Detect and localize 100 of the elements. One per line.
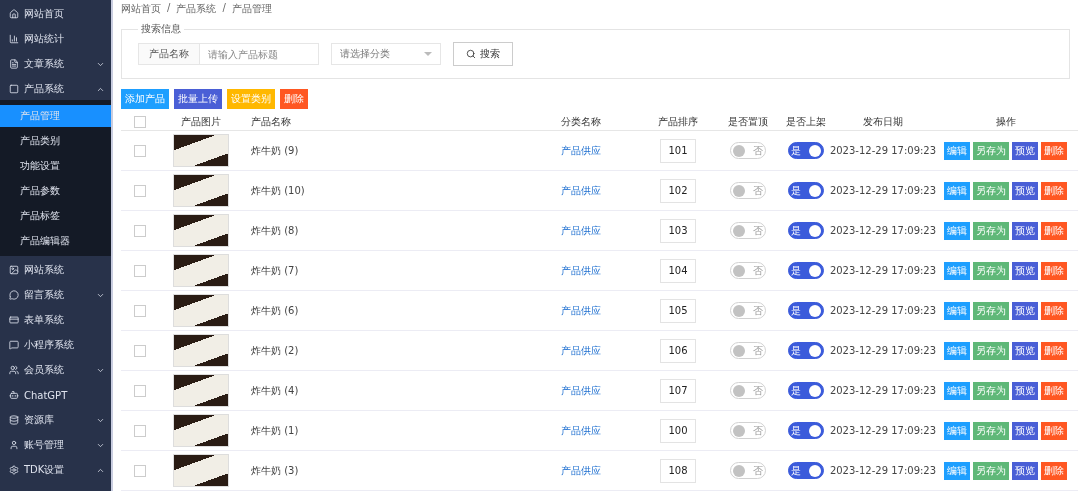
toggle-switch[interactable]: 是 [787, 382, 824, 399]
search-button[interactable]: 搜索 [453, 42, 513, 66]
toggle-switch[interactable]: 否 [730, 302, 766, 319]
toggle-switch[interactable]: 是 [787, 422, 824, 439]
toggle-switch[interactable]: 是 [787, 342, 824, 359]
row-action-button[interactable]: 删除 [1041, 181, 1067, 200]
row-action-button[interactable]: 预览 [1012, 141, 1038, 160]
row-action-button[interactable]: 删除 [1041, 341, 1067, 360]
search-field[interactable]: 请输入产品标题 [199, 43, 319, 65]
row-action-button[interactable]: 预览 [1012, 181, 1038, 200]
nav-item[interactable]: 产品系统 [0, 78, 111, 100]
category-link[interactable]: 产品供应 [560, 343, 601, 358]
checkbox[interactable] [133, 384, 146, 397]
checkbox[interactable] [133, 424, 146, 437]
row-action-button[interactable]: 删除 [1041, 261, 1067, 280]
toggle-switch[interactable]: 是 [787, 462, 824, 479]
nav-item[interactable]: 产品参数 [0, 180, 111, 202]
row-action-button[interactable]: 预览 [1012, 341, 1038, 360]
row-action-button[interactable]: 编辑 [944, 461, 970, 480]
row-action-button[interactable]: 预览 [1012, 221, 1038, 240]
toggle-switch[interactable]: 否 [730, 182, 766, 199]
row-action-button[interactable]: 预览 [1012, 461, 1038, 480]
sort-field[interactable]: 101 [660, 138, 696, 163]
nav-item[interactable]: 产品类别 [0, 130, 111, 152]
toggle-switch[interactable]: 否 [730, 142, 766, 159]
row-action-button[interactable]: 预览 [1012, 421, 1038, 440]
sort-field[interactable]: 102 [660, 178, 696, 203]
row-action-button[interactable]: 删除 [1041, 141, 1067, 160]
breadcrumb-link[interactable]: 产品管理 [231, 2, 272, 16]
checkbox[interactable] [133, 144, 146, 157]
checkbox[interactable] [133, 264, 146, 277]
checkbox[interactable] [133, 304, 146, 317]
nav-item[interactable]: 网站首页 [0, 3, 111, 25]
nav-item[interactable]: 产品标签 [0, 205, 111, 227]
nav-item[interactable]: 会员系统 [0, 359, 111, 381]
breadcrumb-link[interactable]: 产品系统 [176, 2, 217, 16]
row-action-button[interactable]: 编辑 [944, 221, 970, 240]
row-action-button[interactable]: 编辑 [944, 341, 970, 360]
nav-item[interactable]: ChatGPT [0, 384, 111, 406]
nav-item[interactable]: 表单系统 [0, 309, 111, 331]
category-link[interactable]: 产品供应 [560, 263, 601, 278]
row-action-button[interactable]: 预览 [1012, 261, 1038, 280]
nav-item[interactable]: 文章系统 [0, 53, 111, 75]
row-action-button[interactable]: 预览 [1012, 381, 1038, 400]
category-link[interactable]: 产品供应 [560, 463, 601, 478]
row-action-button[interactable]: 编辑 [944, 261, 970, 280]
row-action-button[interactable]: 编辑 [944, 181, 970, 200]
category-link[interactable]: 产品供应 [560, 223, 601, 238]
toggle-switch[interactable]: 是 [787, 302, 824, 319]
row-action-button[interactable]: 删除 [1041, 421, 1067, 440]
category-link[interactable]: 产品供应 [560, 183, 601, 198]
toolbar-button[interactable]: 批量上传 [174, 89, 222, 109]
row-action-button[interactable]: 删除 [1041, 221, 1067, 240]
category-select[interactable]: 请选择分类 [331, 43, 441, 65]
row-action-button[interactable]: 编辑 [944, 421, 970, 440]
toggle-switch[interactable]: 是 [787, 262, 824, 279]
row-action-button[interactable]: 编辑 [944, 381, 970, 400]
toolbar-button[interactable]: 添加产品 [121, 89, 169, 109]
toggle-switch[interactable]: 否 [730, 462, 766, 479]
category-link[interactable]: 产品供应 [560, 143, 601, 158]
breadcrumb-link[interactable]: 网站首页 [121, 2, 161, 16]
row-action-button[interactable]: 删除 [1041, 461, 1067, 480]
toggle-switch[interactable]: 是 [787, 222, 824, 239]
nav-item[interactable]: 产品管理 [0, 105, 111, 127]
row-action-button[interactable]: 编辑 [944, 141, 970, 160]
category-link[interactable]: 产品供应 [560, 423, 601, 438]
sort-field[interactable]: 107 [660, 378, 696, 403]
checkbox[interactable] [133, 464, 146, 477]
category-link[interactable]: 产品供应 [560, 383, 601, 398]
row-action-button[interactable]: 删除 [1041, 301, 1067, 320]
toggle-switch[interactable]: 是 [787, 142, 824, 159]
checkbox[interactable] [133, 184, 146, 197]
sort-field[interactable]: 106 [660, 338, 696, 363]
nav-item[interactable]: TDK设置 [0, 459, 111, 481]
nav-item[interactable]: 资源库 [0, 409, 111, 431]
checkbox[interactable] [133, 344, 146, 357]
toggle-switch[interactable]: 否 [730, 262, 766, 279]
nav-item[interactable]: 网站统计 [0, 28, 111, 50]
toggle-switch[interactable]: 否 [730, 382, 766, 399]
nav-item[interactable]: 账号管理 [0, 434, 111, 456]
sort-field[interactable]: 108 [660, 458, 696, 483]
sort-field[interactable]: 105 [660, 298, 696, 323]
category-link[interactable]: 产品供应 [560, 303, 601, 318]
sort-field[interactable]: 104 [660, 258, 696, 283]
nav-item[interactable]: 功能设置 [0, 155, 111, 177]
row-action-button[interactable]: 删除 [1041, 381, 1067, 400]
checkbox[interactable] [133, 224, 146, 237]
checkbox[interactable] [133, 115, 146, 128]
toggle-switch[interactable]: 否 [730, 342, 766, 359]
nav-item[interactable]: 小程序系统 [0, 334, 111, 356]
toggle-switch[interactable]: 否 [730, 222, 766, 239]
toggle-switch[interactable]: 是 [787, 182, 824, 199]
nav-item[interactable]: 网站系统 [0, 259, 111, 281]
sort-field[interactable]: 103 [660, 218, 696, 243]
nav-item[interactable]: 产品编辑器 [0, 230, 111, 252]
toggle-switch[interactable]: 否 [730, 422, 766, 439]
toolbar-button[interactable]: 删除 [280, 89, 308, 109]
row-action-button[interactable]: 编辑 [944, 301, 970, 320]
sort-field[interactable]: 100 [660, 418, 696, 443]
nav-item[interactable]: 留言系统 [0, 284, 111, 306]
